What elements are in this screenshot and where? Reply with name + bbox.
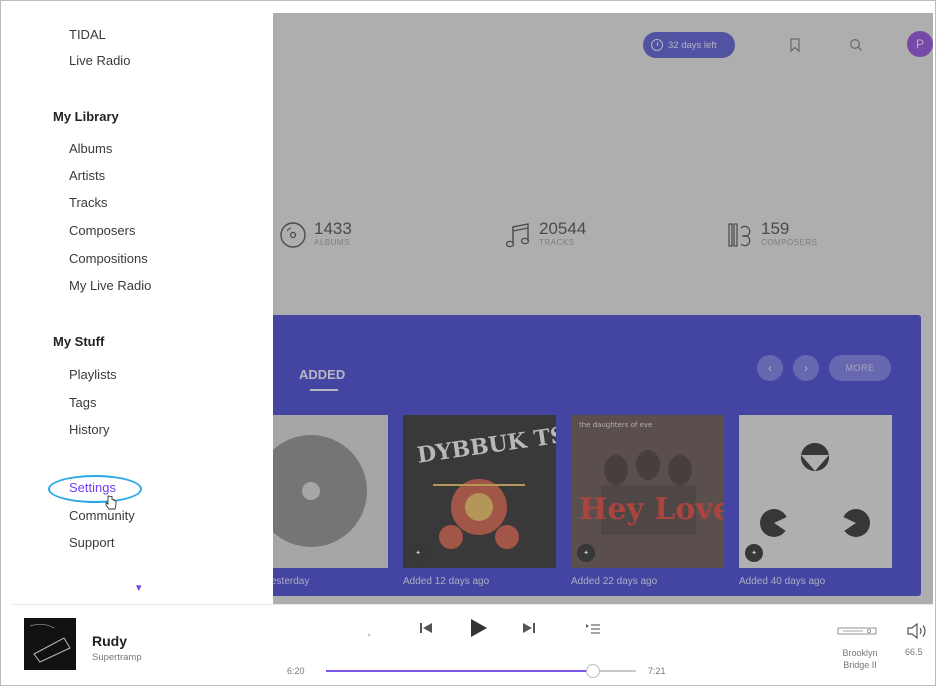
track-artist[interactable]: Supertramp: [92, 652, 142, 663]
sidebar-menu: TIDAL Live Radio My Library Albums Artis…: [13, 13, 273, 604]
sidebar-item-support[interactable]: Support: [69, 535, 115, 550]
track-title: Rudy: [92, 633, 127, 649]
bookmark-icon[interactable]: [787, 37, 803, 53]
play-icon[interactable]: [467, 617, 489, 639]
album-cover-3[interactable]: the daughters of eve Hey Lover ✦: [571, 415, 724, 568]
sidebar-item-history[interactable]: History: [69, 422, 109, 437]
active-tab-indicator: [310, 389, 338, 391]
elapsed-time: 6:20: [287, 666, 305, 676]
stat-composers-value: 159: [761, 219, 790, 238]
progress-handle[interactable]: [585, 664, 600, 678]
sidebar-item-compositions[interactable]: Compositions: [69, 251, 148, 266]
player-bar: Rudy Supertramp 6:20 7:21 Brooklyn Bridg…: [13, 604, 933, 685]
chevron-right-icon: ›: [804, 361, 808, 375]
now-playing-artwork[interactable]: [24, 618, 76, 670]
queue-icon[interactable]: [585, 621, 601, 635]
svg-text:Hey Lover: Hey Lover: [579, 492, 724, 527]
search-icon[interactable]: [848, 37, 864, 53]
hand-cursor-icon: [105, 495, 117, 510]
dac-device-icon[interactable]: [837, 626, 877, 636]
sidebar-item-community[interactable]: Community: [69, 508, 135, 523]
volume-value: 66.5: [905, 647, 923, 657]
device-name: Brooklyn Bridge II: [842, 648, 878, 670]
tidal-badge-icon: ✦: [409, 544, 427, 562]
sidebar-item-my-live-radio[interactable]: My Live Radio: [69, 278, 151, 293]
app-window: 32 days left P 1433 ALBUMS 20544 TRACKS …: [0, 0, 936, 686]
album-caption-4: Added 40 days ago: [739, 576, 826, 587]
settings-highlight-ring: [48, 475, 142, 503]
album-art-hey-lover: the daughters of eve Hey Lover: [571, 415, 724, 568]
chevron-left-icon: ‹: [768, 361, 772, 375]
album-caption-3: Added 22 days ago: [571, 576, 658, 587]
music-note-icon: [505, 223, 530, 248]
user-avatar[interactable]: P: [907, 31, 933, 57]
chevron-down-icon[interactable]: ▾: [136, 581, 142, 594]
sidebar-item-albums[interactable]: Albums: [69, 141, 112, 156]
stat-tracks-value: 20544: [539, 219, 587, 238]
stat-albums[interactable]: 1433 ALBUMS: [278, 220, 352, 250]
album-caption-1: esterday: [271, 576, 310, 587]
album-disc-icon: [280, 222, 306, 248]
previous-button[interactable]: ‹: [757, 355, 783, 381]
album-art-dybbuk: DYBBUK TSE!: [403, 415, 556, 568]
stat-tracks-label: TRACKS: [539, 238, 575, 247]
stat-composers-label: COMPOSERS: [761, 238, 818, 247]
sidebar-item-playlists[interactable]: Playlists: [69, 367, 117, 382]
stat-albums-label: ALBUMS: [314, 238, 350, 247]
stat-albums-value: 1433: [314, 219, 352, 238]
next-button[interactable]: ›: [793, 355, 819, 381]
sidebar-item-tidal[interactable]: TIDAL: [69, 27, 106, 42]
top-bar: 32 days left P: [643, 31, 933, 59]
next-track-icon[interactable]: [522, 621, 536, 635]
tidal-badge-icon: ✦: [577, 544, 595, 562]
album-caption-2: Added 12 days ago: [403, 576, 490, 587]
trial-days-label: 32 days left: [668, 39, 717, 51]
volume-icon[interactable]: [906, 621, 930, 641]
sidebar-item-tracks[interactable]: Tracks: [69, 195, 108, 210]
composer-icon: [728, 223, 751, 247]
sidebar-item-artists[interactable]: Artists: [69, 168, 105, 183]
section-heading-my-library: My Library: [53, 109, 119, 124]
total-time: 7:21: [648, 666, 666, 676]
section-heading-my-stuff: My Stuff: [53, 334, 105, 349]
clock-icon: [651, 39, 663, 51]
more-button[interactable]: MORE: [829, 355, 891, 381]
svg-text:the daughters of eve: the daughters of eve: [579, 421, 652, 429]
sidebar-item-composers[interactable]: Composers: [69, 223, 135, 238]
album-cover-2[interactable]: DYBBUK TSE! ✦: [403, 415, 556, 568]
tab-added[interactable]: ADDED: [299, 367, 345, 382]
progress-fill: [326, 670, 593, 672]
sidebar-item-tags[interactable]: Tags: [69, 395, 96, 410]
progress-bar[interactable]: [326, 664, 636, 678]
album-cover-4[interactable]: ✦: [739, 415, 892, 568]
tidal-badge-icon: ✦: [745, 544, 763, 562]
album-art-breakfast: [24, 618, 76, 670]
previous-track-icon[interactable]: [419, 621, 433, 635]
trial-days-button[interactable]: 32 days left: [643, 32, 735, 58]
shuffle-icon[interactable]: [363, 629, 375, 641]
album-art-triangle: [739, 415, 892, 568]
stat-tracks[interactable]: 20544 TRACKS: [503, 220, 586, 250]
sidebar-item-live-radio[interactable]: Live Radio: [69, 53, 130, 68]
stat-composers[interactable]: 159 COMPOSERS: [725, 220, 818, 250]
